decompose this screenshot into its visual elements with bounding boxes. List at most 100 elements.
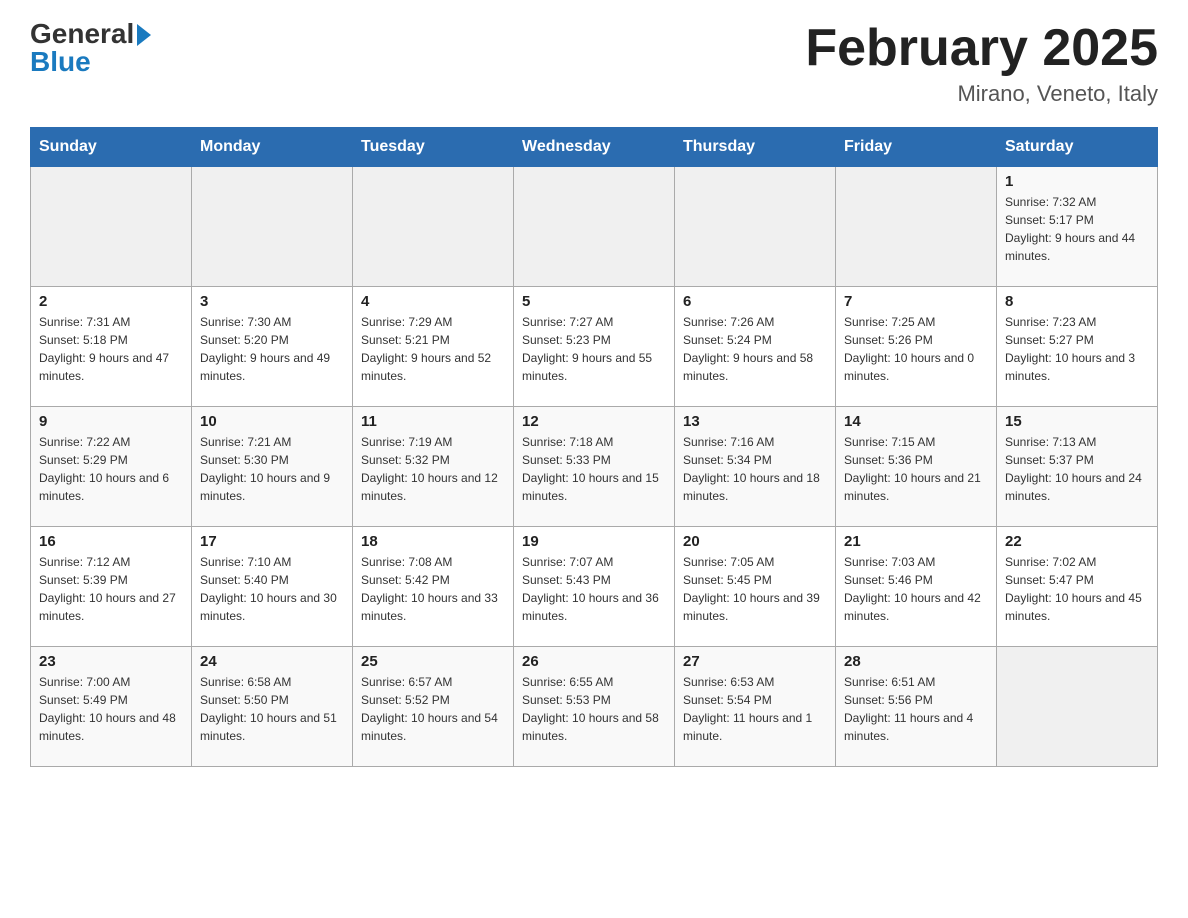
calendar-cell [997, 647, 1158, 767]
day-info: Sunrise: 6:53 AM Sunset: 5:54 PM Dayligh… [683, 673, 827, 745]
day-number: 2 [39, 293, 183, 310]
day-info: Sunrise: 7:08 AM Sunset: 5:42 PM Dayligh… [361, 553, 505, 625]
day-number: 22 [1005, 533, 1149, 550]
day-number: 28 [844, 653, 988, 670]
calendar-cell: 27 Sunrise: 6:53 AM Sunset: 5:54 PM Dayli… [675, 647, 836, 767]
day-info: Sunrise: 7:31 AM Sunset: 5:18 PM Dayligh… [39, 313, 183, 385]
day-info: Sunrise: 7:23 AM Sunset: 5:27 PM Dayligh… [1005, 313, 1149, 385]
day-info: Sunrise: 7:00 AM Sunset: 5:49 PM Dayligh… [39, 673, 183, 745]
day-number: 5 [522, 293, 666, 310]
day-number: 15 [1005, 413, 1149, 430]
calendar-cell: 26 Sunrise: 6:55 AM Sunset: 5:53 PM Dayli… [514, 647, 675, 767]
day-info: Sunrise: 7:10 AM Sunset: 5:40 PM Dayligh… [200, 553, 344, 625]
day-number: 27 [683, 653, 827, 670]
day-info: Sunrise: 6:51 AM Sunset: 5:56 PM Dayligh… [844, 673, 988, 745]
day-info: Sunrise: 7:29 AM Sunset: 5:21 PM Dayligh… [361, 313, 505, 385]
day-number: 20 [683, 533, 827, 550]
title-block: February 2025 Mirano, Veneto, Italy [805, 20, 1158, 107]
calendar-cell [514, 167, 675, 287]
day-info: Sunrise: 7:21 AM Sunset: 5:30 PM Dayligh… [200, 433, 344, 505]
day-info: Sunrise: 7:12 AM Sunset: 5:39 PM Dayligh… [39, 553, 183, 625]
calendar-cell [192, 167, 353, 287]
header-day-saturday: Saturday [997, 128, 1158, 167]
day-number: 12 [522, 413, 666, 430]
day-number: 4 [361, 293, 505, 310]
day-info: Sunrise: 6:57 AM Sunset: 5:52 PM Dayligh… [361, 673, 505, 745]
day-info: Sunrise: 7:26 AM Sunset: 5:24 PM Dayligh… [683, 313, 827, 385]
calendar-cell: 3 Sunrise: 7:30 AM Sunset: 5:20 PM Daylig… [192, 287, 353, 407]
calendar-cell: 14 Sunrise: 7:15 AM Sunset: 5:36 PM Dayli… [836, 407, 997, 527]
calendar-cell [353, 167, 514, 287]
day-number: 23 [39, 653, 183, 670]
day-number: 8 [1005, 293, 1149, 310]
calendar-table: SundayMondayTuesdayWednesdayThursdayFrid… [30, 127, 1158, 767]
calendar-cell: 6 Sunrise: 7:26 AM Sunset: 5:24 PM Daylig… [675, 287, 836, 407]
day-info: Sunrise: 7:13 AM Sunset: 5:37 PM Dayligh… [1005, 433, 1149, 505]
day-number: 19 [522, 533, 666, 550]
week-row-2: 2 Sunrise: 7:31 AM Sunset: 5:18 PM Daylig… [31, 287, 1158, 407]
day-info: Sunrise: 7:25 AM Sunset: 5:26 PM Dayligh… [844, 313, 988, 385]
calendar-cell [675, 167, 836, 287]
day-info: Sunrise: 7:18 AM Sunset: 5:33 PM Dayligh… [522, 433, 666, 505]
calendar-cell: 17 Sunrise: 7:10 AM Sunset: 5:40 PM Dayli… [192, 527, 353, 647]
calendar-cell: 5 Sunrise: 7:27 AM Sunset: 5:23 PM Daylig… [514, 287, 675, 407]
day-info: Sunrise: 7:22 AM Sunset: 5:29 PM Dayligh… [39, 433, 183, 505]
day-number: 7 [844, 293, 988, 310]
header-day-sunday: Sunday [31, 128, 192, 167]
logo: General Blue [30, 20, 151, 76]
day-number: 10 [200, 413, 344, 430]
calendar-cell: 23 Sunrise: 7:00 AM Sunset: 5:49 PM Dayli… [31, 647, 192, 767]
day-number: 25 [361, 653, 505, 670]
header-day-thursday: Thursday [675, 128, 836, 167]
calendar-cell: 7 Sunrise: 7:25 AM Sunset: 5:26 PM Daylig… [836, 287, 997, 407]
calendar-cell: 18 Sunrise: 7:08 AM Sunset: 5:42 PM Dayli… [353, 527, 514, 647]
logo-general-text: General [30, 20, 134, 48]
header-row: SundayMondayTuesdayWednesdayThursdayFrid… [31, 128, 1158, 167]
calendar-cell: 21 Sunrise: 7:03 AM Sunset: 5:46 PM Dayli… [836, 527, 997, 647]
calendar-cell: 25 Sunrise: 6:57 AM Sunset: 5:52 PM Dayli… [353, 647, 514, 767]
calendar-cell: 1 Sunrise: 7:32 AM Sunset: 5:17 PM Daylig… [997, 167, 1158, 287]
day-number: 26 [522, 653, 666, 670]
calendar-cell: 4 Sunrise: 7:29 AM Sunset: 5:21 PM Daylig… [353, 287, 514, 407]
day-number: 13 [683, 413, 827, 430]
day-number: 24 [200, 653, 344, 670]
day-number: 17 [200, 533, 344, 550]
calendar-body: 1 Sunrise: 7:32 AM Sunset: 5:17 PM Daylig… [31, 167, 1158, 767]
calendar-cell: 22 Sunrise: 7:02 AM Sunset: 5:47 PM Dayli… [997, 527, 1158, 647]
day-info: Sunrise: 7:05 AM Sunset: 5:45 PM Dayligh… [683, 553, 827, 625]
day-info: Sunrise: 7:19 AM Sunset: 5:32 PM Dayligh… [361, 433, 505, 505]
day-number: 9 [39, 413, 183, 430]
day-info: Sunrise: 7:27 AM Sunset: 5:23 PM Dayligh… [522, 313, 666, 385]
day-info: Sunrise: 7:32 AM Sunset: 5:17 PM Dayligh… [1005, 193, 1149, 265]
day-number: 21 [844, 533, 988, 550]
calendar-cell: 15 Sunrise: 7:13 AM Sunset: 5:37 PM Dayli… [997, 407, 1158, 527]
calendar-cell: 12 Sunrise: 7:18 AM Sunset: 5:33 PM Dayli… [514, 407, 675, 527]
calendar-cell: 28 Sunrise: 6:51 AM Sunset: 5:56 PM Dayli… [836, 647, 997, 767]
day-number: 6 [683, 293, 827, 310]
logo-arrow-icon [137, 24, 151, 46]
calendar-cell: 19 Sunrise: 7:07 AM Sunset: 5:43 PM Dayli… [514, 527, 675, 647]
day-info: Sunrise: 7:07 AM Sunset: 5:43 PM Dayligh… [522, 553, 666, 625]
location-text: Mirano, Veneto, Italy [805, 81, 1158, 107]
calendar-header: SundayMondayTuesdayWednesdayThursdayFrid… [31, 128, 1158, 167]
calendar-cell: 11Sunrise: 7:19 AM Sunset: 5:32 PM Dayli… [353, 407, 514, 527]
calendar-cell: 13Sunrise: 7:16 AM Sunset: 5:34 PM Dayli… [675, 407, 836, 527]
day-number: 18 [361, 533, 505, 550]
logo-blue-text: Blue [30, 48, 91, 76]
header-day-wednesday: Wednesday [514, 128, 675, 167]
day-number: 1 [1005, 173, 1149, 190]
day-number: 3 [200, 293, 344, 310]
month-title: February 2025 [805, 20, 1158, 77]
day-info: Sunrise: 7:15 AM Sunset: 5:36 PM Dayligh… [844, 433, 988, 505]
day-info: Sunrise: 7:03 AM Sunset: 5:46 PM Dayligh… [844, 553, 988, 625]
day-info: Sunrise: 7:02 AM Sunset: 5:47 PM Dayligh… [1005, 553, 1149, 625]
day-info: Sunrise: 7:30 AM Sunset: 5:20 PM Dayligh… [200, 313, 344, 385]
day-number: 14 [844, 413, 988, 430]
page-header: General Blue February 2025 Mirano, Venet… [30, 20, 1158, 107]
calendar-cell: 8 Sunrise: 7:23 AM Sunset: 5:27 PM Daylig… [997, 287, 1158, 407]
week-row-5: 23 Sunrise: 7:00 AM Sunset: 5:49 PM Dayli… [31, 647, 1158, 767]
header-day-tuesday: Tuesday [353, 128, 514, 167]
calendar-cell: 2 Sunrise: 7:31 AM Sunset: 5:18 PM Daylig… [31, 287, 192, 407]
week-row-1: 1 Sunrise: 7:32 AM Sunset: 5:17 PM Daylig… [31, 167, 1158, 287]
day-info: Sunrise: 6:55 AM Sunset: 5:53 PM Dayligh… [522, 673, 666, 745]
